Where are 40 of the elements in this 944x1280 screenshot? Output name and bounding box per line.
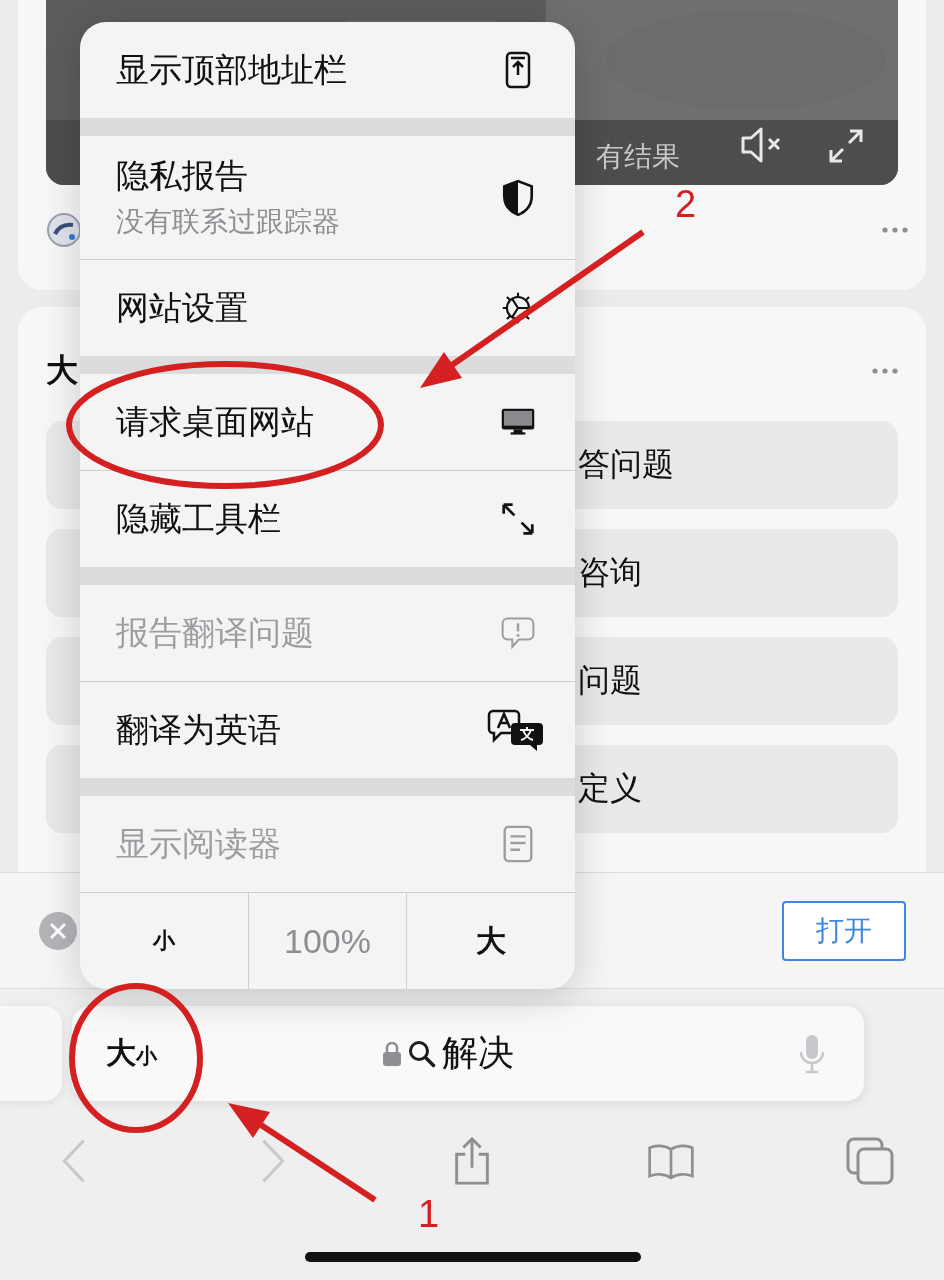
annotation-number: 2 [675,183,697,226]
menu-item[interactable]: 显示顶部地址栏 [80,22,575,118]
menu-item-label: 网站设置 [116,287,248,328]
menu-item-label: 显示阅读器 [116,823,281,864]
menu-item[interactable]: 请求桌面网站 [80,374,575,470]
menu-item-subtitle: 没有联系过跟踪器 [116,205,340,239]
text-size-button[interactable]: 大小 [106,1033,157,1074]
menu-item-label: 报告翻译问题 [116,612,314,653]
more-icon[interactable] [872,368,898,374]
address-field[interactable]: 大小 解决 [72,1006,864,1101]
search-icon [407,1039,436,1068]
decrease-text-button[interactable]: 小 [80,893,249,989]
menu-item[interactable]: 隐私报告 没有联系过跟踪器 [80,136,575,259]
menu-item-label: 显示顶部地址栏 [116,49,347,90]
section-heading: 大 [46,351,78,390]
menu-item[interactable]: 隐藏工具栏 [80,471,575,567]
logo-icon [46,212,82,248]
increase-text-button[interactable]: 大 [405,893,575,989]
menu-item[interactable]: 网站设置 [80,260,575,356]
menu-item-label: 翻译为英语 [116,709,281,750]
zoom-level: 100% [248,893,406,989]
fullscreen-icon[interactable] [828,128,864,164]
tabs-icon[interactable] [846,1137,894,1185]
menu-item-label: 隐藏工具栏 [116,498,281,539]
speech-bubble-icon [501,614,535,652]
menu-item-label: 请求桌面网站 [116,401,314,442]
close-icon[interactable] [38,910,78,951]
microphone-icon[interactable] [798,1033,826,1074]
more-icon[interactable] [882,227,908,233]
document-icon [501,825,535,863]
open-button[interactable]: 打开 [782,900,906,961]
address-text: 解决 [441,1031,514,1075]
menu-item-label: 隐私报告 [116,156,249,196]
video-caption: 有结果 [596,140,680,174]
annotation-number: 1 [418,1193,440,1236]
lock-icon [381,1040,402,1067]
translate-icon [487,709,545,751]
menu-item[interactable]: 翻译为英语 [80,682,575,778]
shield-icon [501,178,535,217]
diagonal-arrows-icon [501,500,535,538]
